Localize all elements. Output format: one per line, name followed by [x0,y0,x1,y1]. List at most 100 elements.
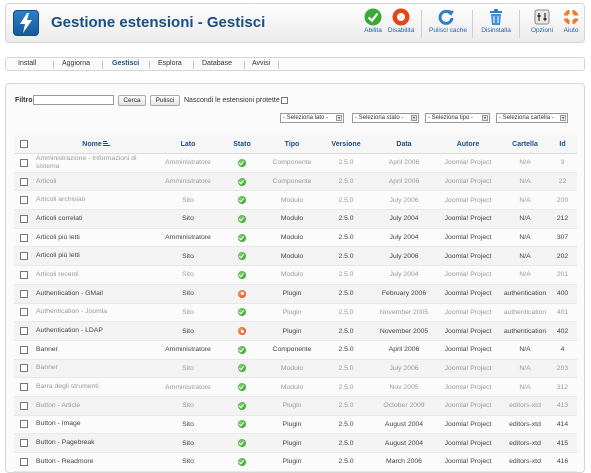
help-icon [562,8,580,26]
clear-cache-label: Pulisci cache [429,27,467,34]
column-header-author[interactable]: Autore [434,135,502,154]
column-header-id[interactable]: Id [548,135,577,154]
column-header-folder[interactable]: Cartella [502,135,548,154]
enabled-status-icon[interactable] [238,214,246,223]
table-row: Authentication - Joomla Sito Plugin 2.5.0 No… [14,303,577,323]
extension-type: Modulo [266,359,318,379]
hide-protected-checkbox[interactable] [281,97,288,104]
column-header-date[interactable]: Data [374,135,434,154]
row-checkbox[interactable] [20,289,28,298]
disable-button[interactable]: Disabilita [384,7,418,41]
row-checkbox[interactable] [20,196,28,205]
table-row: Articoli recenti Sito Modulo 2.5.0 July 2004… [14,265,577,285]
extension-side: Sito [158,265,218,285]
enabled-status-icon[interactable] [238,252,246,261]
row-checkbox[interactable] [20,158,28,167]
chevron-down-icon [560,115,566,121]
extension-id: 402 [548,321,577,341]
tab-update[interactable]: Aggiorna [62,60,90,67]
extension-author: Joomla! Project [434,153,502,173]
column-header-status[interactable]: Stato [218,135,266,154]
extension-version: 2.5.0 [318,321,374,341]
enabled-status-icon[interactable] [238,401,246,410]
enabled-status-icon[interactable] [238,270,246,279]
extension-author: Joomla! Project [434,415,502,435]
extension-folder: editors-xtd [502,396,548,416]
tab-install[interactable]: Install [18,60,36,67]
enabled-status-icon[interactable] [238,177,246,186]
uninstall-button[interactable]: Disinstalla [479,7,513,41]
row-select-cell [14,190,34,211]
clear-cache-button[interactable]: Pulisci cache [429,7,467,41]
clear-button[interactable]: Pulisci [150,95,180,106]
select-folder[interactable]: - Seleziona cartella - [496,113,568,123]
extension-type: Componente [266,340,318,360]
help-button[interactable]: Aiuto [554,7,588,41]
enabled-status-icon[interactable] [238,364,246,373]
row-checkbox[interactable] [20,420,28,429]
extension-type: Componente [266,153,318,173]
column-header-version[interactable]: Versione [318,135,374,154]
enabled-status-icon[interactable] [238,233,246,242]
submenu-tabs: Install Aggiorna Gestisci Esplora Databa… [5,57,585,71]
disabled-status-icon[interactable] [238,327,246,336]
row-checkbox[interactable] [20,233,28,242]
row-checkbox[interactable] [20,401,28,410]
select-side[interactable]: - Seleziona lato - [280,113,344,123]
enabled-status-icon[interactable] [238,457,246,466]
row-checkbox[interactable] [20,383,28,392]
tab-manage[interactable]: Gestisci [112,60,139,67]
extension-side: Sito [158,246,218,267]
table-row: Button - Article Sito Plugin 2.5.0 October 2… [14,396,577,416]
filter-input[interactable] [33,95,114,105]
row-checkbox[interactable] [20,308,28,317]
tab-divider [53,61,54,69]
enabled-status-icon[interactable] [238,308,246,317]
extension-folder: N/A [502,209,548,229]
tab-warnings[interactable]: Avvisi [252,60,270,67]
enabled-status-icon[interactable] [238,383,246,392]
row-checkbox[interactable] [20,457,28,466]
row-checkbox[interactable] [20,439,28,448]
disabled-status-icon[interactable] [238,289,246,298]
extension-id: 416 [548,452,577,472]
row-checkbox[interactable] [20,214,28,223]
extension-version: 2.5.0 [318,153,374,173]
tab-divider [193,61,194,69]
extension-status [218,228,266,248]
tab-discover[interactable]: Esplora [158,60,182,67]
toolbar-divider [519,10,520,38]
enabled-status-icon[interactable] [238,345,246,354]
extension-author: Joomla! Project [434,303,502,323]
check-icon [364,8,382,26]
column-header-type[interactable]: Tipo [266,135,318,154]
column-header-name[interactable]: Nome [34,135,158,154]
row-checkbox[interactable] [20,252,28,261]
row-checkbox[interactable] [20,177,28,186]
enabled-status-icon[interactable] [238,196,246,205]
search-button[interactable]: Cerca [118,95,146,106]
row-checkbox[interactable] [20,364,28,373]
column-header-name-label: Nome [82,140,102,148]
enabled-status-icon[interactable] [238,158,246,167]
row-select-cell [14,209,34,229]
row-checkbox[interactable] [20,345,28,354]
enabled-status-icon[interactable] [238,420,246,429]
select-state[interactable]: - Seleziona stato - [352,113,419,123]
select-type[interactable]: - Seleziona tipo - [425,113,490,123]
row-checkbox[interactable] [20,270,28,279]
extension-id: 414 [548,415,577,435]
row-select-cell [14,452,34,472]
extension-author: Joomla! Project [434,246,502,267]
select-all-checkbox[interactable] [20,140,28,148]
tab-database[interactable]: Database [202,60,232,67]
column-header-side[interactable]: Lato [158,135,218,154]
extension-author: Joomla! Project [434,396,502,416]
extension-name: Amministrazione - Informazioni di sistem… [34,153,158,173]
extension-date: April 2006 [374,340,434,360]
extension-version: 2.5.0 [318,415,374,435]
extension-name: Button - Pagebreak [34,433,158,453]
enabled-status-icon[interactable] [238,439,246,448]
row-checkbox[interactable] [20,327,28,336]
extension-id: 22 [548,172,577,192]
